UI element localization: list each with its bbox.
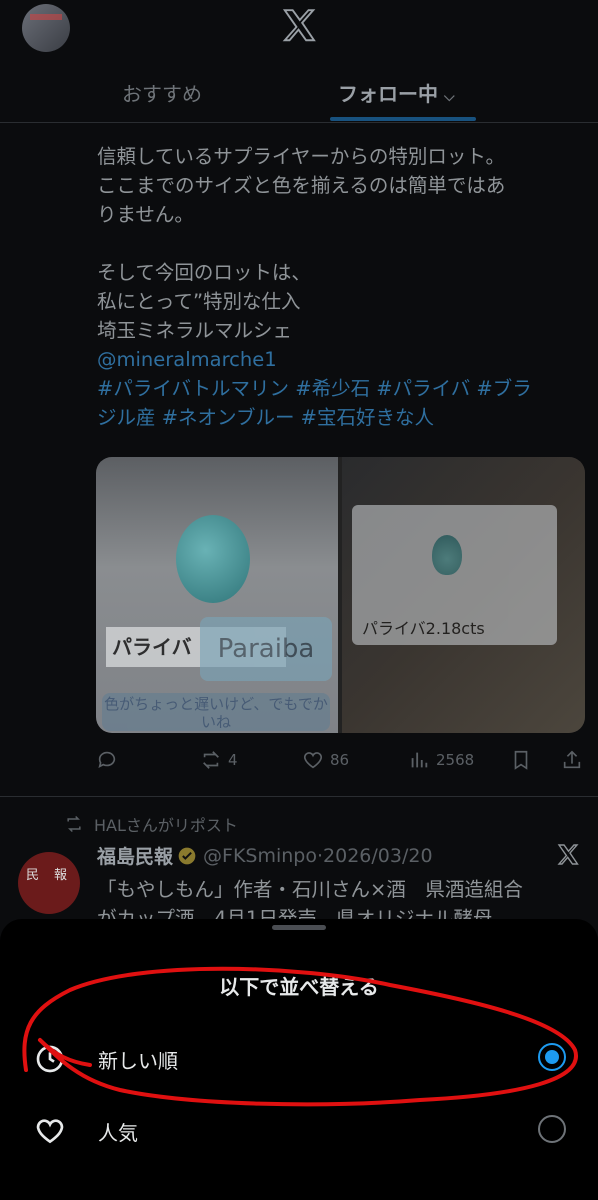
heart-icon <box>303 752 323 769</box>
chevron-down-icon: ⌵ <box>444 89 455 105</box>
repost-button[interactable]: 4 <box>200 746 238 774</box>
like-count: 86 <box>330 751 350 769</box>
tweet-line <box>97 229 585 258</box>
tweet-body: 信頼しているサプライヤーからの特別ロット。 ここまでのサイズと色を揃えるのは簡単で… <box>97 142 585 432</box>
tweet-line: ここまでのサイズと色を揃えるのは簡単ではあ <box>97 174 506 197</box>
sort-bottom-sheet: 以下で並べ替える 新しい順 人気 <box>0 919 598 1200</box>
gem-card: パライバ2.18cts <box>352 505 557 645</box>
avatar-glyph: 報 <box>54 868 68 883</box>
bookmark-button[interactable] <box>510 746 532 774</box>
radio-selected[interactable] <box>538 1043 566 1071</box>
hashtags-line[interactable]: ジル産 #ネオンブルー #宝石好きな人 <box>97 403 585 432</box>
mention-link[interactable]: @mineralmarche1 <box>97 345 585 374</box>
verified-badge-icon <box>178 847 196 864</box>
tweet-line: 信頼しているサプライヤーからの特別ロット。 <box>97 145 505 168</box>
tweet-line: 「もやしもん」作者・石川さん×酒 県酒造組合 <box>97 878 523 901</box>
tweet-line: そして今回のロットは、 <box>97 261 311 284</box>
tweet-date: ·2026/03/20 <box>316 844 433 867</box>
tab-recommended-label: おすすめ <box>122 82 202 106</box>
profile-avatar[interactable] <box>22 4 70 52</box>
repost-count: 4 <box>228 751 238 769</box>
avatar-glyph: 民 <box>26 868 40 883</box>
avatar[interactable]: 民 報 <box>18 852 80 914</box>
sort-option-popular[interactable]: 人気 <box>0 1099 598 1159</box>
bookmark-icon <box>514 750 528 770</box>
tab-following[interactable]: フォロー中 ⌵ <box>338 78 455 107</box>
drag-handle[interactable] <box>272 925 326 930</box>
timeline: おすすめ フォロー中 ⌵ 信頼しているサプライヤーからの特別ロット。 ここまでのサイ… <box>0 0 598 930</box>
author-handle[interactable]: @FKSminpo <box>203 845 317 867</box>
timeline-tabs: おすすめ フォロー中 ⌵ <box>0 60 598 123</box>
tweet-actions: 4 86 2568 <box>96 746 585 774</box>
tweet-media[interactable]: パライバ Paraiba 色がちょっと遅いけど、でもでかいね パライバ2.18c… <box>96 457 585 733</box>
repost-header[interactable]: HALさんがリポスト <box>64 812 238 836</box>
share-button[interactable] <box>561 746 583 774</box>
tab-following-label: フォロー中 <box>338 82 438 106</box>
heart-icon <box>36 1119 64 1144</box>
sort-option-newest[interactable]: 新しい順 <box>0 1027 598 1087</box>
views-icon <box>411 752 428 768</box>
photo-label-en: Paraiba <box>200 617 332 681</box>
sort-option-label: 新しい順 <box>98 1049 178 1073</box>
sheet-title: 以下で並べ替える <box>219 975 379 999</box>
like-button[interactable]: 86 <box>302 746 349 774</box>
tab-recommended[interactable]: おすすめ <box>122 78 202 107</box>
radio-unselected[interactable] <box>538 1115 566 1143</box>
x-logo-icon[interactable] <box>280 6 318 46</box>
tweet-header: 福島民報 @FKSminpo ·2026/03/20 <box>97 842 433 869</box>
views-count: 2568 <box>436 751 475 769</box>
gem-oval <box>176 515 250 603</box>
tweet-line: 私にとって”特別な仕入 <box>97 290 301 313</box>
clock-icon <box>36 1045 64 1073</box>
reply-button[interactable] <box>96 746 118 774</box>
views-button[interactable]: 2568 <box>408 746 474 774</box>
repost-icon <box>67 815 81 833</box>
x-logo-icon <box>557 844 579 865</box>
share-icon <box>563 750 581 769</box>
sort-option-label: 人気 <box>98 1121 138 1145</box>
tweet-line: 埼玉ミネラルマルシェ <box>97 319 293 342</box>
active-tab-indicator <box>330 117 476 121</box>
author-name[interactable]: 福島民報 <box>97 842 173 869</box>
reply-icon <box>98 751 116 768</box>
repost-by-label: HALさんがリポスト <box>94 816 238 835</box>
photo-caption: 色がちょっと遅いけど、でもでかいね <box>102 693 330 731</box>
top-bar <box>0 0 598 60</box>
gem-photo-2[interactable]: パライバ2.18cts <box>342 457 585 733</box>
gem-photo-1[interactable]: パライバ Paraiba 色がちょっと遅いけど、でもでかいね <box>96 457 338 733</box>
hashtags-line[interactable]: #パライバトルマリン #希少石 #パライバ #ブラ <box>97 374 585 403</box>
tweet-line: りません。 <box>97 203 194 226</box>
tweet-divider <box>0 796 598 797</box>
photo-label: パライバ2.18cts <box>362 619 485 638</box>
repost-icon <box>203 751 219 769</box>
gem-pear <box>432 535 462 575</box>
